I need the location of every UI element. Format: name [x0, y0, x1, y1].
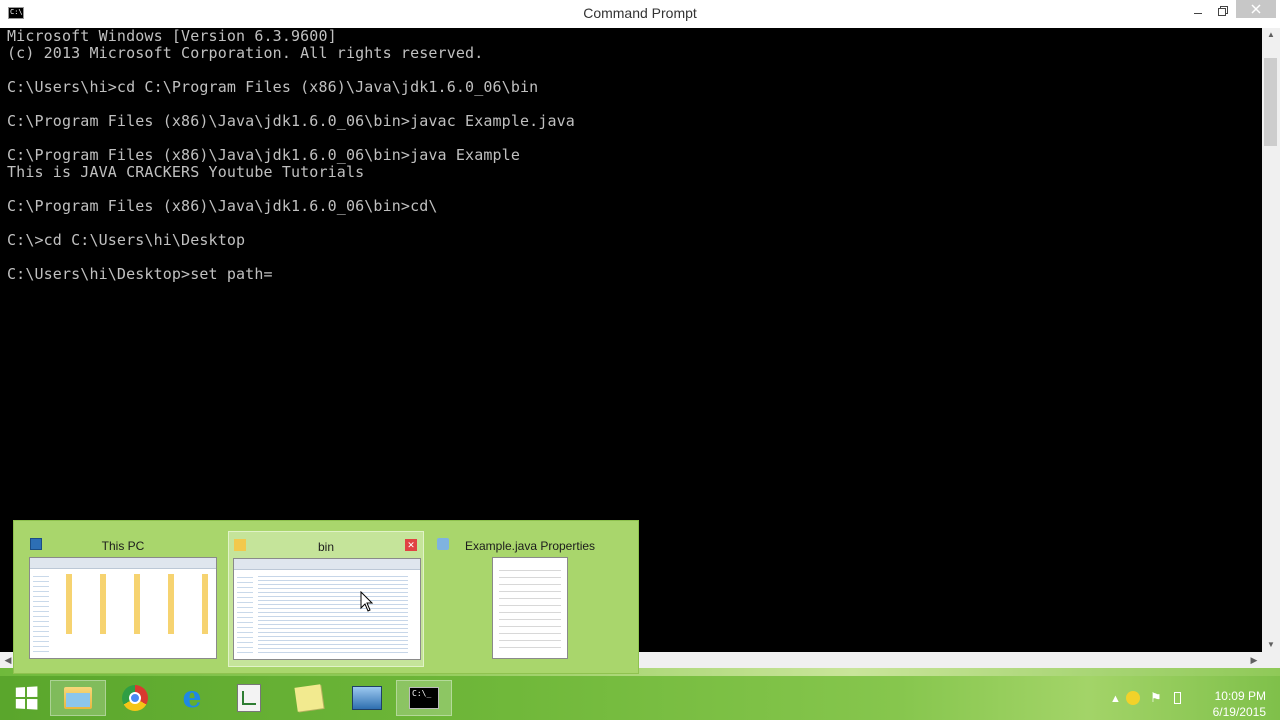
console-line: C:\Users\hi>cd C:\Program Files (x86)\Ja… [7, 78, 539, 96]
thumbnail-example-properties[interactable]: Example.java Properties [432, 531, 628, 667]
windows-logo-icon [15, 686, 38, 710]
taskbar-file-explorer[interactable] [50, 680, 106, 716]
cmd-icon [409, 687, 439, 709]
console-line: (c) 2013 Microsoft Corporation. All righ… [7, 44, 484, 62]
sync-icon[interactable] [1126, 691, 1140, 705]
mouse-cursor-icon [360, 591, 374, 612]
action-center-flag-icon[interactable]: ⚑ [1150, 690, 1162, 706]
show-hidden-icons-icon[interactable]: ▲ [1110, 693, 1121, 705]
console-line: C:\Program Files (x86)\Java\jdk1.6.0_06\… [7, 146, 521, 164]
clock[interactable]: 10:09 PM 6/19/2015 [1213, 688, 1266, 720]
start-button[interactable] [6, 680, 46, 716]
scroll-up-icon[interactable]: ▲ [1262, 28, 1280, 42]
scroll-right-icon[interactable]: ▶ [1246, 652, 1262, 668]
console-line: C:\Program Files (x86)\Java\jdk1.6.0_06\… [7, 112, 575, 130]
taskbar-editor[interactable] [221, 680, 277, 716]
taskbar-command-prompt[interactable] [396, 680, 452, 716]
restore-icon [1218, 6, 1228, 16]
thumbnail-bin[interactable]: bin ✕ [228, 531, 424, 667]
folder-icon [64, 687, 92, 709]
close-button[interactable] [1236, 0, 1276, 18]
thumbnail-title: Example.java Properties [464, 539, 596, 553]
taskbar-internet-explorer[interactable]: e [164, 680, 220, 716]
thumbnail-close-button[interactable]: ✕ [405, 539, 417, 551]
battery-icon[interactable] [1174, 692, 1181, 704]
sticky-notes-icon [294, 684, 324, 712]
console-line: Microsoft Windows [Version 6.3.9600] [7, 28, 337, 45]
minimize-button[interactable] [1184, 0, 1212, 22]
thumbnail-preview [29, 557, 217, 659]
console-line: This is JAVA CRACKERS Youtube Tutorials [7, 163, 365, 181]
taskbar-window-app[interactable] [339, 680, 395, 716]
console-line: C:\Users\hi\Desktop>set path= [7, 265, 273, 283]
thumbnail-title: This PC [101, 539, 145, 553]
scroll-down-icon[interactable]: ▼ [1262, 638, 1280, 652]
clock-time: 10:09 PM [1214, 689, 1266, 703]
scroll-thumb[interactable] [1264, 58, 1277, 146]
close-icon [1251, 4, 1261, 14]
title-bar[interactable]: C:\ Command Prompt [0, 0, 1280, 28]
chrome-icon [122, 685, 148, 711]
taskbar-chrome[interactable] [107, 680, 163, 716]
scrollbar-corner [1262, 652, 1280, 668]
console-line: C:\Program Files (x86)\Java\jdk1.6.0_06\… [7, 197, 438, 215]
thumbnail-this-pc[interactable]: This PC [25, 531, 221, 667]
taskbar: e [0, 676, 1280, 720]
vertical-scrollbar[interactable]: ▲ ▼ [1262, 28, 1280, 652]
minimize-icon [1194, 12, 1202, 14]
restore-button[interactable] [1210, 0, 1236, 22]
thumbnail-title: bin [317, 540, 334, 554]
taskbar-thumbnail-popup: This PC bin ✕ Example.java Properties [13, 520, 639, 674]
console-line: C:\>cd C:\Users\hi\Desktop [7, 231, 246, 249]
thumbnail-preview [492, 557, 568, 659]
ie-icon: e [182, 680, 202, 715]
thumbnail-preview [233, 558, 421, 660]
console-lines: Microsoft Windows [Version 6.3.9600] (c)… [7, 28, 575, 283]
window-icon [352, 686, 382, 710]
window-title: Command Prompt [583, 5, 697, 21]
taskbar-sticky-notes[interactable] [281, 680, 337, 716]
editor-icon [237, 684, 261, 712]
clock-date: 6/19/2015 [1212, 705, 1266, 719]
